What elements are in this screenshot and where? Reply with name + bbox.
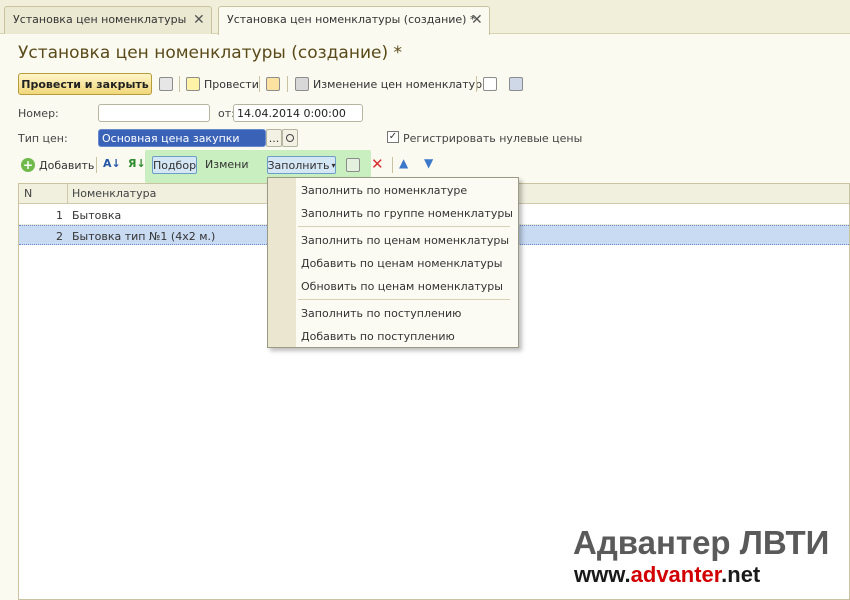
number-field[interactable]	[98, 104, 210, 122]
move-down-icon[interactable]: ▼	[424, 156, 433, 170]
pick-button[interactable]: Подбор	[152, 156, 197, 174]
url-suffix: .net	[721, 562, 761, 587]
url-prefix: www.	[574, 562, 631, 587]
post-and-close-button[interactable]: Провести и закрыть	[18, 73, 152, 95]
add-label: Добавить	[39, 158, 95, 172]
price-type-field[interactable]: Основная цена закупки	[98, 129, 266, 147]
row-number: 1	[56, 209, 63, 222]
menu-item-fill-by-receipt[interactable]: Заполнить по поступлению	[301, 307, 461, 320]
menu-separator	[298, 299, 510, 300]
row-nomenclature: Бытовка тип №1 (4x2 м.)	[72, 230, 216, 243]
save-icon[interactable]	[159, 77, 173, 91]
tab-price-create[interactable]: Установка цен номенклатуры (создание) * …	[218, 6, 490, 35]
column-header-nomenclature[interactable]: Номенклатура	[72, 187, 156, 200]
close-icon[interactable]: ✕	[471, 12, 483, 28]
column-header-n[interactable]: N	[24, 187, 32, 200]
tab-label: Установка цен номенклатуры	[13, 13, 187, 26]
price-type-label: Тип цен:	[18, 132, 68, 145]
add-button[interactable]: + Добавить	[21, 158, 94, 172]
menu-item-fill-by-prices[interactable]: Заполнить по ценам номенклатуры	[301, 234, 509, 247]
close-icon[interactable]: ✕	[193, 12, 205, 28]
sort-ascending-icon[interactable]: A↓	[103, 157, 121, 170]
menu-item-add-by-receipt[interactable]: Добавить по поступлению	[301, 330, 455, 343]
post-icon	[186, 77, 200, 91]
row-nomenclature: Бытовка	[72, 209, 122, 222]
tab-bar: Установка цен номенклатуры ✕ Установка ц…	[0, 0, 850, 35]
divider	[287, 76, 288, 92]
watermark-title: Адвантер ЛВТИ	[573, 524, 830, 561]
url-brand: advanter	[630, 562, 722, 587]
divider	[259, 76, 260, 92]
register-zero-checkbox[interactable]: ✓	[387, 131, 399, 143]
tab-price-list[interactable]: Установка цен номенклатуры ✕	[4, 6, 212, 34]
menu-item-fill-by-group[interactable]: Заполнить по группе номенклатуры	[301, 207, 513, 220]
printer-icon	[295, 77, 309, 91]
fill-label: Заполнить	[267, 158, 330, 172]
add-icon: +	[21, 158, 35, 172]
post-label: Провести	[204, 77, 259, 91]
menu-item-update-by-prices[interactable]: Обновить по ценам номенклатуры	[301, 280, 503, 293]
change-prices-button[interactable]: Изменение цен номенклатуры	[295, 77, 491, 91]
register-zero-label: Регистрировать нулевые цены	[403, 132, 583, 145]
dt-kt-icon[interactable]	[266, 77, 280, 91]
column-divider	[67, 184, 68, 204]
number-label: Номер:	[18, 107, 59, 120]
divider	[392, 157, 393, 173]
divider	[476, 76, 477, 92]
row-number: 2	[56, 230, 63, 243]
move-up-icon[interactable]: ▲	[399, 156, 408, 170]
list-icon[interactable]	[509, 77, 523, 91]
sort-descending-icon[interactable]: Я↓	[128, 157, 146, 170]
delete-icon[interactable]: ✕	[371, 155, 384, 173]
document-icon[interactable]	[483, 77, 497, 91]
copy-row-icon[interactable]	[346, 158, 360, 172]
chevron-down-icon: ▾	[331, 160, 336, 170]
divider	[96, 157, 97, 173]
menu-item-fill-by-nomenclature[interactable]: Заполнить по номенклатуре	[301, 184, 467, 197]
divider	[179, 76, 180, 92]
search-button[interactable]	[282, 129, 298, 147]
search-icon	[286, 134, 294, 142]
ellipsis-button[interactable]: ...	[266, 129, 282, 147]
post-button[interactable]: Провести	[186, 77, 259, 91]
page-title: Установка цен номенклатуры (создание) *	[18, 43, 402, 63]
change-prices-label: Изменение цен номенклатуры	[313, 77, 491, 91]
tab-label: Установка цен номенклатуры (создание) *	[227, 13, 476, 26]
date-field[interactable]: 14.04.2014 0:00:00	[233, 104, 363, 122]
menu-icon-strip	[268, 178, 296, 347]
menu-item-add-by-prices[interactable]: Добавить по ценам номенклатуры	[301, 257, 502, 270]
fill-button[interactable]: Заполнить ▾	[267, 156, 336, 174]
menu-separator	[298, 226, 510, 227]
watermark-url: www.advanter.net	[574, 562, 760, 588]
fill-dropdown-menu: Заполнить по номенклатуре Заполнить по г…	[267, 177, 519, 348]
